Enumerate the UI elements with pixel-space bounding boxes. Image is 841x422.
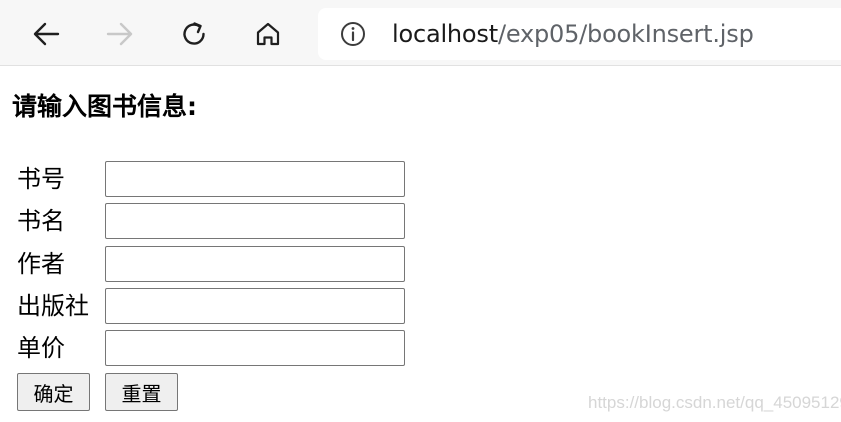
home-button[interactable] bbox=[246, 12, 290, 56]
reset-button[interactable]: 重置 bbox=[105, 373, 178, 411]
browser-toolbar: localhost/exp05/bookInsert.jsp bbox=[0, 0, 841, 66]
submit-button[interactable]: 确定 bbox=[17, 373, 90, 411]
arrow-right-icon bbox=[106, 22, 133, 46]
author-label: 作者 bbox=[17, 250, 65, 278]
url-path: /exp05/bookInsert.jsp bbox=[497, 20, 754, 48]
author-input[interactable] bbox=[105, 246, 405, 282]
book-title-input[interactable] bbox=[105, 203, 405, 239]
publisher-label: 出版社 bbox=[17, 292, 89, 320]
book-number-input[interactable] bbox=[105, 161, 405, 197]
price-input[interactable] bbox=[105, 330, 405, 366]
page-content: 请输入图书信息: 书号 书名 作者 出版社 单价 确定 重置 https://b… bbox=[0, 67, 841, 422]
back-button[interactable] bbox=[24, 12, 68, 56]
url-text[interactable]: localhost/exp05/bookInsert.jsp bbox=[392, 19, 754, 49]
forward-button[interactable] bbox=[98, 12, 142, 56]
price-label: 单价 bbox=[17, 334, 65, 362]
arrow-left-icon bbox=[33, 22, 60, 46]
watermark: https://blog.csdn.net/qq_45095129 bbox=[588, 393, 841, 412]
publisher-input[interactable] bbox=[105, 288, 405, 324]
address-bar[interactable]: localhost/exp05/bookInsert.jsp bbox=[318, 8, 841, 60]
refresh-button[interactable] bbox=[172, 12, 216, 56]
book-number-label: 书号 bbox=[17, 165, 65, 193]
page-title: 请输入图书信息: bbox=[12, 92, 197, 121]
info-icon[interactable] bbox=[340, 21, 366, 47]
home-icon bbox=[256, 22, 280, 46]
url-host: localhost bbox=[392, 20, 498, 48]
book-title-label: 书名 bbox=[17, 207, 65, 235]
refresh-icon bbox=[183, 22, 205, 45]
